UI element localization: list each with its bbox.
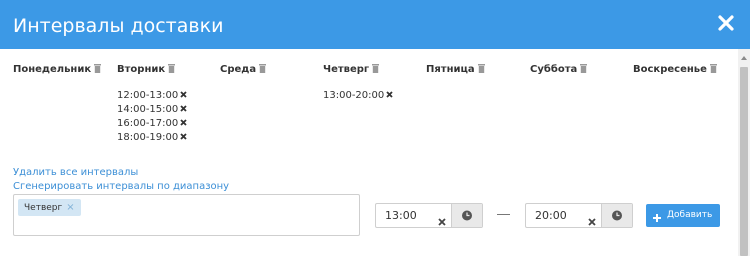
clock-icon[interactable] (451, 204, 482, 227)
day-header-monday: Понедельник (13, 64, 102, 76)
scrollbar[interactable] (738, 49, 750, 256)
tag-label: Четверг (24, 203, 63, 213)
day-label: Среда (220, 64, 257, 75)
day-header-saturday: Суббота (530, 64, 588, 76)
interval-label: 18:00-19:00 (117, 132, 179, 143)
day-label: Понедельник (13, 64, 92, 75)
day-label: Пятница (426, 64, 475, 75)
day-label: Воскресенье (633, 64, 707, 75)
interval-slot: 14:00-15:00 (117, 103, 187, 117)
add-interval-button[interactable]: Добавить (646, 204, 720, 227)
time-to-input[interactable]: 20:00 (525, 203, 633, 228)
interval-label: 13:00-20:00 (323, 90, 385, 101)
day-label: Четверг (323, 64, 370, 75)
time-to-value: 20:00 (535, 209, 567, 222)
time-from-input[interactable]: 13:00 (375, 203, 483, 228)
close-icon[interactable] (716, 13, 736, 33)
remove-tag-icon[interactable]: × (66, 202, 74, 213)
day-label: Вторник (117, 64, 166, 75)
time-from-value: 13:00 (385, 209, 417, 222)
interval-slot: 16:00-17:00 (117, 117, 187, 131)
day-select-input[interactable]: Четверг × (13, 194, 360, 236)
tuesday-slots: 12:00-13:00 14:00-15:00 16:00-17:00 18:0… (117, 89, 187, 145)
interval-label: 12:00-13:00 (117, 90, 179, 101)
day-label: Суббота (530, 64, 578, 75)
selected-day-tag: Четверг × (18, 199, 81, 216)
remove-interval-icon[interactable] (180, 131, 187, 145)
day-header-tuesday: Вторник (117, 64, 176, 76)
range-separator (497, 214, 510, 215)
clock-icon[interactable] (601, 204, 632, 227)
dialog-title: Интервалы доставки (13, 15, 224, 37)
day-header-friday: Пятница (426, 64, 485, 76)
remove-interval-icon[interactable] (180, 103, 187, 117)
trash-icon[interactable] (168, 64, 176, 76)
remove-interval-icon[interactable] (180, 117, 187, 131)
interval-slot: 13:00-20:00 (323, 89, 393, 103)
dialog-header: Интервалы доставки (0, 0, 750, 49)
interval-slot: 12:00-13:00 (117, 89, 187, 103)
interval-label: 16:00-17:00 (117, 118, 179, 129)
day-header-wednesday: Среда (220, 64, 267, 76)
interval-slot: 18:00-19:00 (117, 131, 187, 145)
trash-icon[interactable] (259, 64, 267, 76)
trash-icon[interactable] (372, 64, 380, 76)
trash-icon[interactable] (94, 64, 102, 76)
plus-icon (652, 210, 662, 233)
generate-intervals-link[interactable]: Сгенерировать интервалы по диапазону (13, 181, 229, 192)
clear-icon[interactable] (438, 211, 446, 230)
thursday-slots: 13:00-20:00 (323, 89, 393, 103)
scroll-up-arrow-icon[interactable] (741, 56, 747, 60)
remove-interval-icon[interactable] (180, 89, 187, 103)
trash-icon[interactable] (580, 64, 588, 76)
add-button-label: Добавить (667, 210, 713, 220)
delete-all-intervals-link[interactable]: Удалить все интервалы (13, 167, 138, 178)
clear-icon[interactable] (588, 211, 596, 230)
day-header-sunday: Воскресенье (633, 64, 717, 76)
trash-icon[interactable] (477, 64, 485, 76)
scrollbar-thumb[interactable] (740, 67, 748, 256)
day-header-thursday: Четверг (323, 64, 380, 76)
remove-interval-icon[interactable] (386, 89, 393, 103)
interval-label: 14:00-15:00 (117, 104, 179, 115)
trash-icon[interactable] (709, 64, 717, 76)
